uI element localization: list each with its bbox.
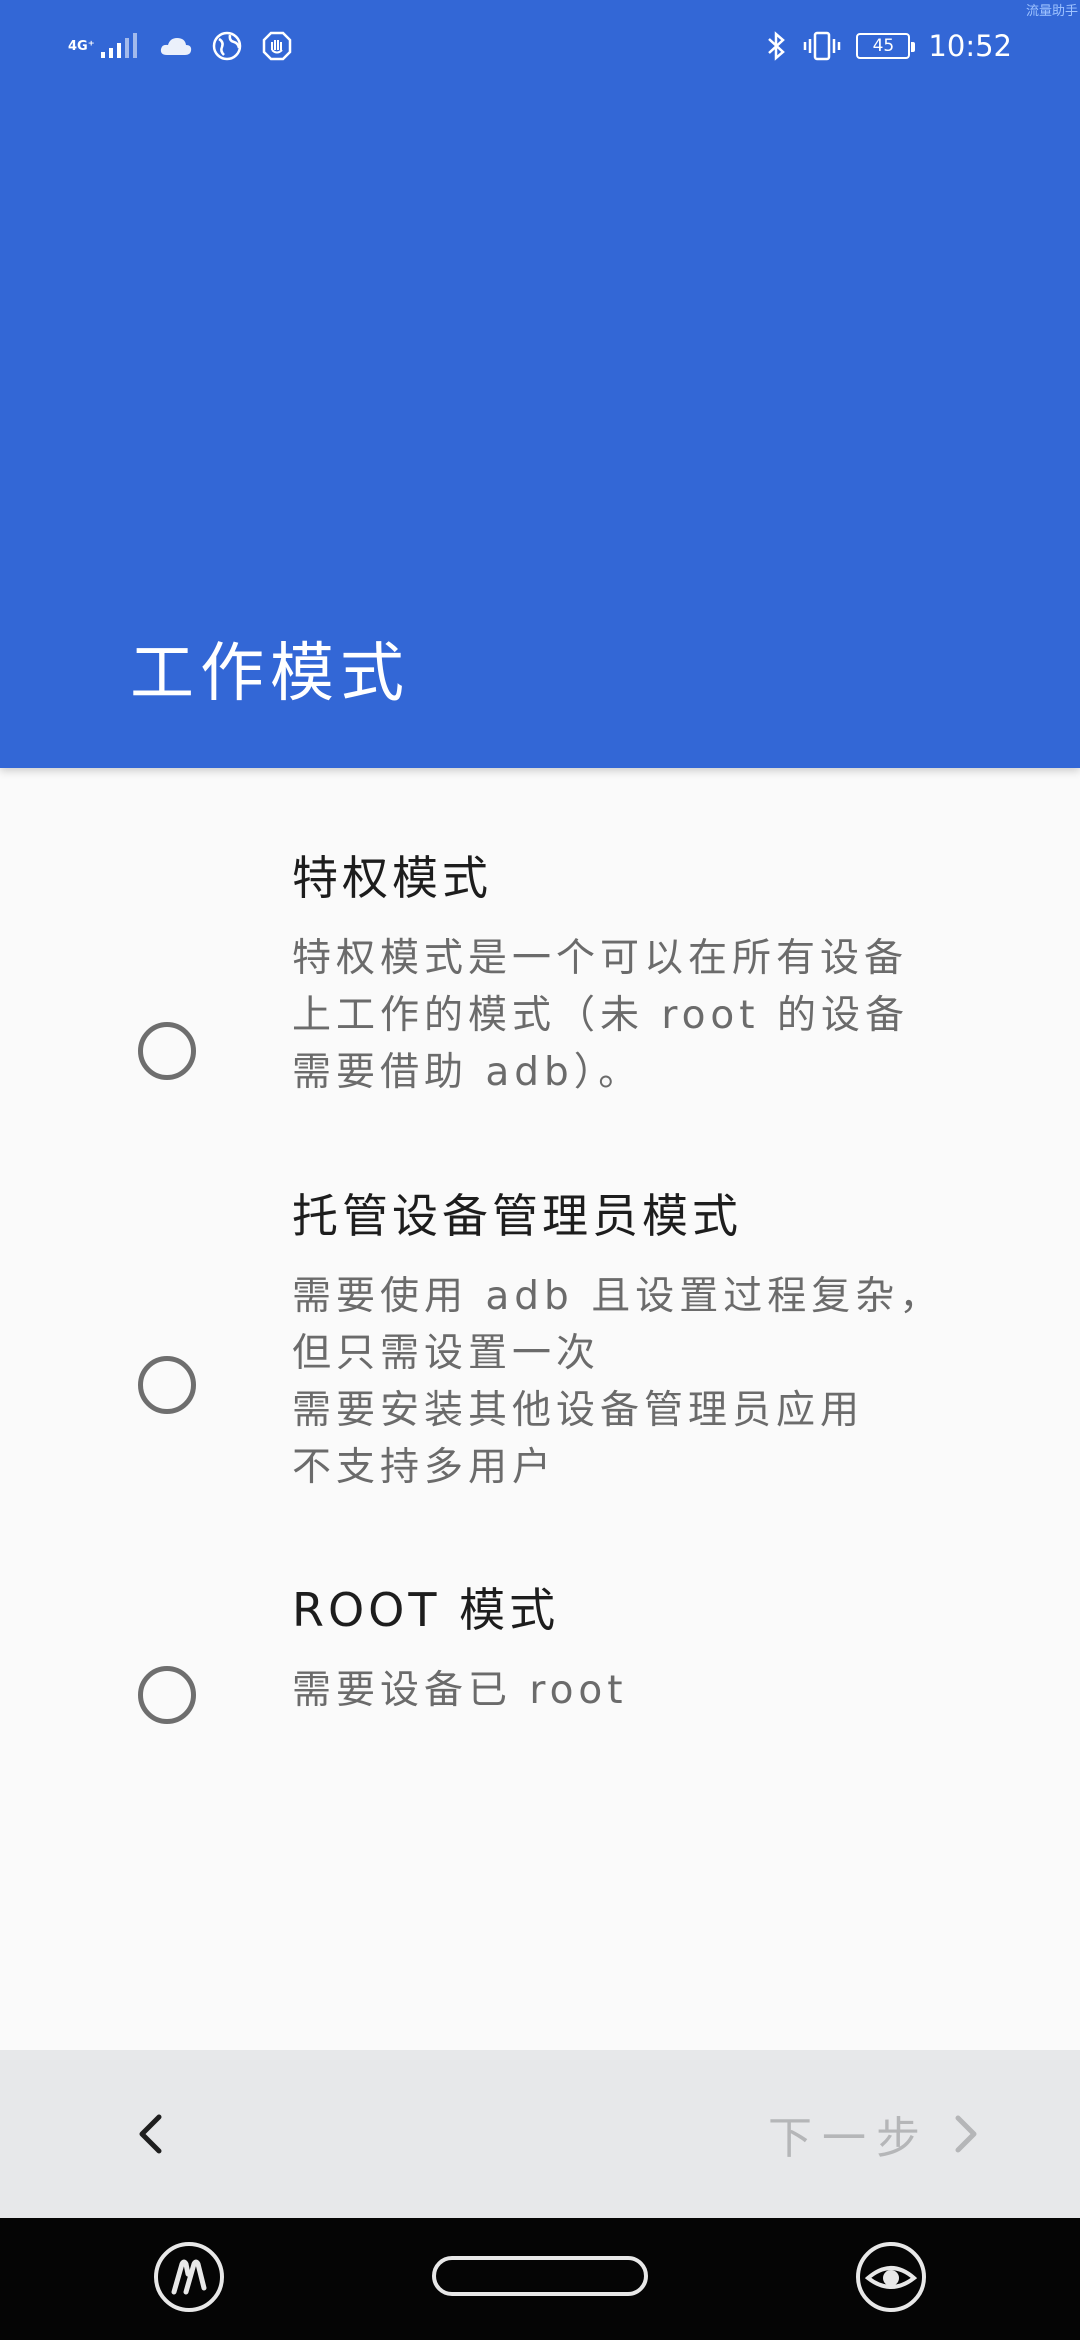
option-description: 需要使用 adb 且设置过程复杂， 但只需设置一次 需要安装其他设备管理员应用 …	[292, 1268, 992, 1496]
option-description: 需要设备已 root	[292, 1662, 992, 1719]
option-description-line: 需要设备已 root	[292, 1668, 628, 1713]
cloud-icon	[159, 26, 193, 66]
radio-button-device-owner[interactable]	[138, 1356, 196, 1414]
wizard-navigation-bar: 下一步	[0, 2050, 1080, 2218]
option-text: ROOT 模式 需要设备已 root	[292, 1580, 992, 1719]
option-root-mode[interactable]: ROOT 模式 需要设备已 root	[0, 1580, 1080, 1730]
assistant-button[interactable]	[152, 2240, 226, 2314]
battery-icon: 45	[856, 33, 916, 59]
chevron-left-icon	[139, 2114, 162, 2154]
vibrate-icon	[802, 26, 842, 66]
system-navigation-bar	[0, 2218, 1080, 2340]
home-pill-icon[interactable]	[432, 2256, 648, 2296]
back-button[interactable]	[110, 2094, 190, 2174]
status-right-group: 45 10:52	[766, 26, 1012, 66]
chevron-right-icon	[955, 2115, 977, 2153]
corner-tag: 流量助手	[1025, 4, 1078, 19]
radio-button-root[interactable]	[138, 1666, 196, 1724]
option-title: 特权模式	[292, 851, 492, 905]
option-description-line: 需要使用 adb 且设置过程复杂，	[292, 1274, 944, 1319]
option-title: ROOT 模式	[292, 1583, 560, 1637]
option-description-line: 不支持多用户	[292, 1445, 557, 1490]
page-title: 工作模式	[130, 637, 410, 711]
eye-icon	[856, 2242, 926, 2312]
option-title: 托管设备管理员模式	[292, 1189, 742, 1243]
option-description-line: 但只需设置一次	[292, 1331, 601, 1376]
status-clock: 10:52	[928, 29, 1012, 63]
option-device-owner-mode[interactable]: 托管设备管理员模式 需要使用 adb 且设置过程复杂， 但只需设置一次 需要安装…	[0, 1186, 1080, 1526]
option-privileged-mode[interactable]: 特权模式 特权模式是一个可以在所有设备 上工作的模式（未 root 的设备 需要…	[0, 848, 1080, 1138]
next-button[interactable]: 下一步	[768, 2094, 980, 2174]
shield-icon	[261, 26, 293, 66]
assistant-icon	[154, 2242, 224, 2312]
eye-button[interactable]	[854, 2240, 928, 2314]
radio-button-privileged[interactable]	[138, 1022, 196, 1080]
bluetooth-icon	[766, 26, 788, 66]
option-description-line: 需要安装其他设备管理员应用	[292, 1388, 865, 1433]
network-type-label: 4G⁺	[68, 38, 95, 54]
option-text: 特权模式 特权模式是一个可以在所有设备 上工作的模式（未 root 的设备 需要…	[292, 848, 992, 1101]
next-button-label: 下一步	[768, 2113, 930, 2164]
globe-icon	[211, 26, 243, 66]
app-header: 4G⁺ 45 10:52 流量助手 工作模式	[0, 0, 1080, 768]
option-text: 托管设备管理员模式 需要使用 adb 且设置过程复杂， 但只需设置一次 需要安装…	[292, 1186, 992, 1496]
option-description-line: 特权模式是一个可以在所有设备	[292, 936, 909, 981]
option-description: 特权模式是一个可以在所有设备 上工作的模式（未 root 的设备 需要借助 ad…	[292, 930, 992, 1101]
status-bar: 4G⁺ 45 10:52 流量助手	[0, 0, 1080, 90]
option-description-line: 需要借助 adb）。	[292, 1050, 643, 1095]
signal-icon: 4G⁺	[68, 26, 141, 66]
option-description-line: 上工作的模式（未 root 的设备	[292, 993, 909, 1038]
battery-level: 45	[872, 36, 895, 56]
status-left-group: 4G⁺	[68, 26, 293, 66]
